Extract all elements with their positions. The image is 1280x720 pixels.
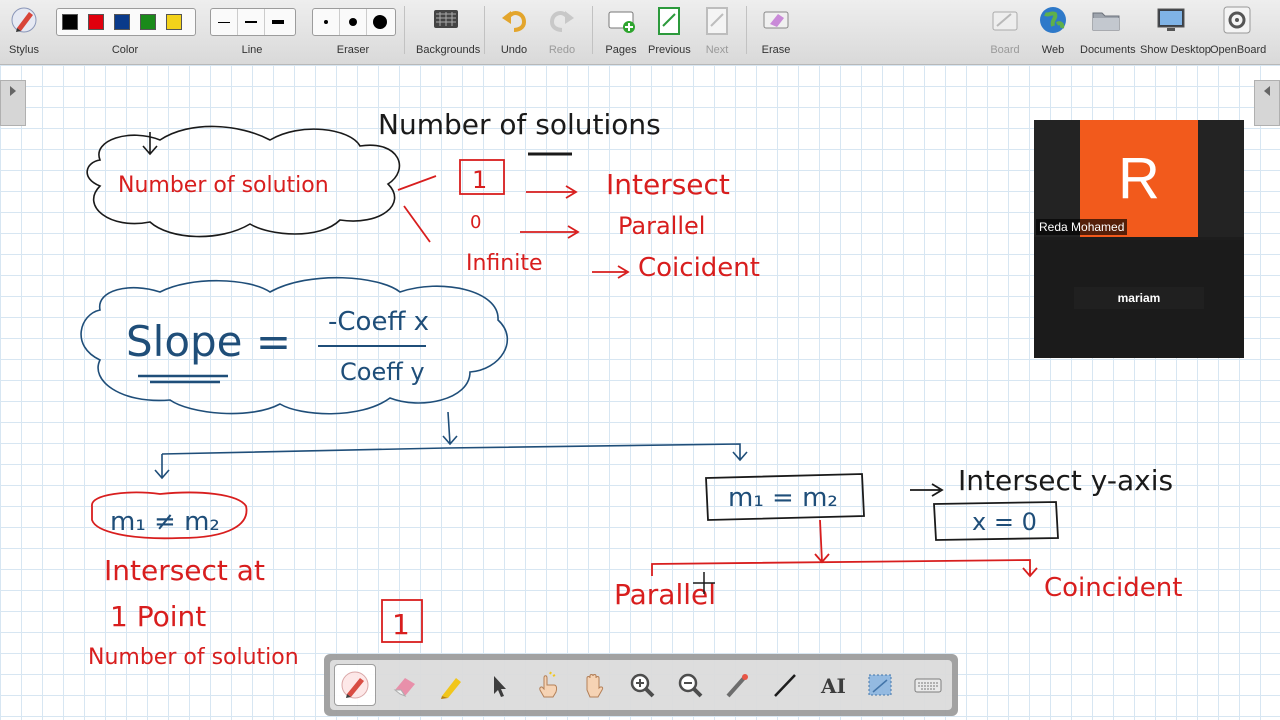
m-not-equal: m₁ ≠ m₂: [110, 507, 220, 537]
zero-text: 0: [470, 212, 481, 233]
participant-name-2: mariam: [1074, 287, 1204, 309]
zoom-out-icon: [678, 673, 703, 698]
slope-denominator: Coeff y: [340, 358, 425, 386]
hand-icon: [586, 674, 604, 698]
pen-icon: [341, 671, 369, 699]
text-icon: AI: [820, 674, 846, 698]
keyboard-tool-button[interactable]: [908, 665, 948, 705]
participant-tile-2[interactable]: mariam: [1034, 240, 1244, 358]
eraser-tool-button[interactable]: [384, 665, 424, 705]
m-equal: m₁ = m₂: [728, 483, 838, 513]
interact-tool-button[interactable]: [527, 665, 567, 705]
selector-tool-button[interactable]: [479, 665, 519, 705]
handwritten-ink-layer: Number of solutions Number of solution 1…: [80, 108, 1182, 670]
text-tool-button[interactable]: AI: [813, 665, 853, 705]
slope-numerator: -Coeff x: [328, 307, 429, 337]
tool-palette: AI: [324, 654, 958, 716]
coincident-text: Coicident: [638, 253, 760, 283]
keyboard-icon: [914, 678, 942, 693]
num-solution-bottom: Number of solution: [88, 645, 299, 670]
eraser-icon: [393, 678, 415, 698]
arrow-cursor-icon: [493, 676, 506, 697]
title-note: Number of solutions: [378, 108, 661, 141]
pointing-hand-icon: [538, 671, 557, 698]
pen-tool-button[interactable]: [333, 664, 376, 706]
cloud1-text: Number of solution: [118, 173, 329, 198]
zoom-in-tool-button[interactable]: [622, 665, 662, 705]
highlighter-tool-button[interactable]: [431, 665, 471, 705]
boxed-one-bottom: 1: [392, 608, 410, 641]
one-boxed: 1: [472, 166, 487, 194]
laser-pointer-icon: [726, 674, 749, 698]
line-tool-button[interactable]: [765, 665, 805, 705]
participant-tile-1[interactable]: R Reda Mohamed: [1034, 120, 1244, 237]
infinite-text: Infinite: [466, 251, 543, 276]
video-conference-panel: R Reda Mohamed mariam: [1034, 120, 1244, 358]
intersect-at-text: Intersect at: [104, 554, 265, 587]
laser-pointer-tool-button[interactable]: [717, 665, 757, 705]
participant-name-1: Reda Mohamed: [1036, 219, 1128, 235]
highlighter-icon: [441, 678, 462, 699]
hand-tool-button[interactable]: [574, 665, 614, 705]
one-point-text: 1 Point: [110, 600, 206, 633]
zoom-in-icon: [630, 673, 655, 698]
capture-tool-button[interactable]: [860, 665, 900, 705]
intersect-y-axis: Intersect y-axis: [958, 464, 1173, 497]
x-equals-zero: x = 0: [972, 508, 1037, 536]
zoom-out-tool-button[interactable]: [670, 665, 710, 705]
svg-text:AI: AI: [820, 674, 846, 698]
slope-label: Slope =: [126, 317, 291, 366]
parallel-text: Parallel: [618, 212, 705, 240]
coincident-bottom: Coincident: [1044, 573, 1182, 603]
intersect-text: Intersect: [606, 168, 730, 201]
capture-icon: [868, 674, 892, 696]
line-icon: [774, 674, 796, 697]
